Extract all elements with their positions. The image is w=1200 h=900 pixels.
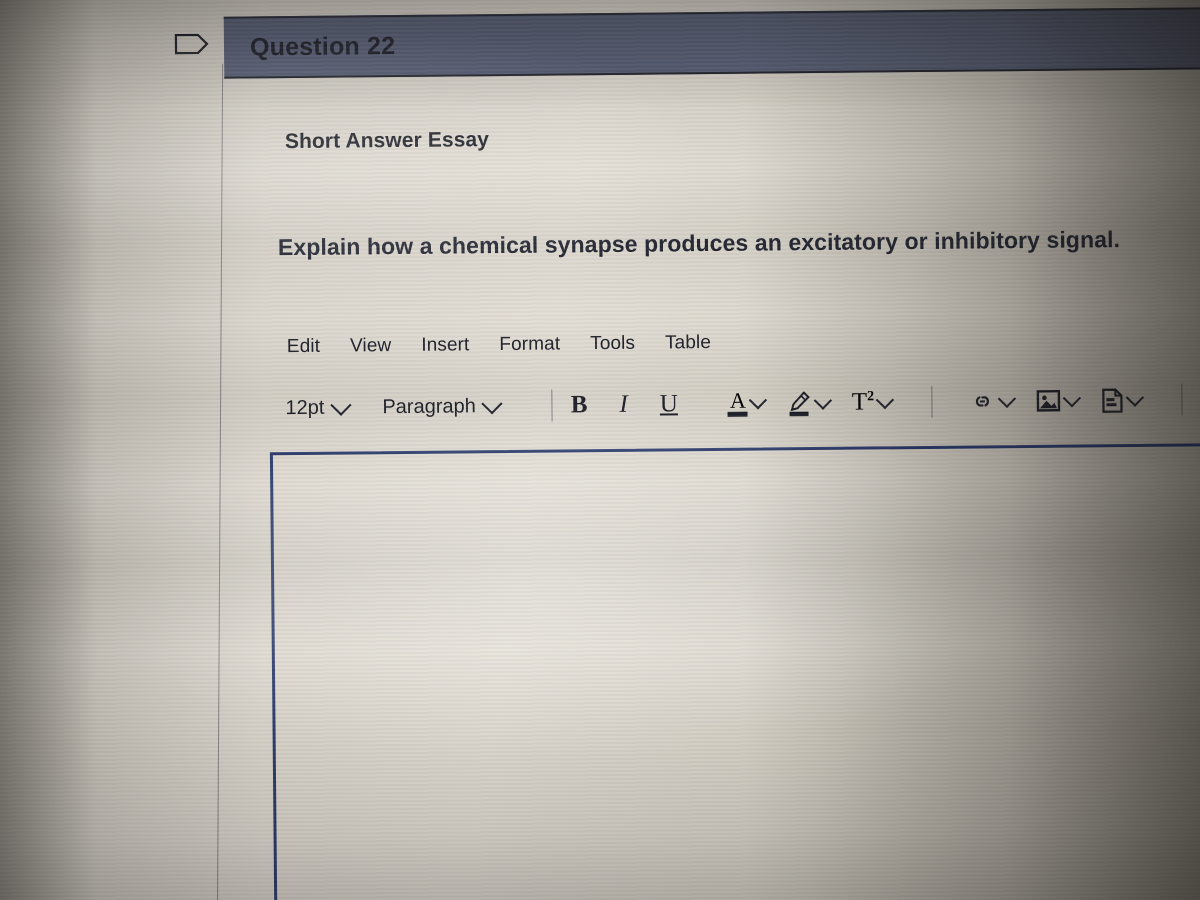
- block-format-value: Paragraph: [382, 394, 476, 418]
- flag-tag-icon[interactable]: [174, 29, 210, 59]
- question-prompt-text: Explain how a chemical synapse produces …: [277, 226, 1121, 261]
- toolbar-separator: [1180, 383, 1183, 416]
- image-icon: [1035, 388, 1061, 414]
- insert-link-button[interactable]: [968, 389, 1016, 412]
- toolbar-separator: [551, 389, 553, 422]
- page-content: Question 22 Short Answer Essay Explain h…: [106, 0, 1200, 900]
- chevron-down-icon: [814, 390, 833, 410]
- chevron-down-icon: [1125, 387, 1144, 407]
- chevron-down-icon: [875, 390, 894, 409]
- menu-format[interactable]: Format: [499, 333, 560, 356]
- text-color-button[interactable]: A: [727, 387, 768, 418]
- block-format-select[interactable]: Paragraph: [382, 392, 503, 419]
- link-icon: [968, 390, 996, 412]
- bold-button[interactable]: B: [571, 391, 588, 419]
- italic-button[interactable]: I: [619, 391, 628, 419]
- question-header-bar: Question 22: [223, 5, 1200, 79]
- document-media-icon: [1100, 387, 1124, 414]
- text-color-icon: A: [727, 387, 748, 418]
- toolbar-separator: [930, 385, 933, 418]
- menu-insert[interactable]: Insert: [421, 334, 469, 356]
- menu-edit[interactable]: Edit: [287, 336, 320, 358]
- superscript-icon: T2: [851, 388, 875, 416]
- menu-table[interactable]: Table: [665, 332, 711, 354]
- insert-document-button[interactable]: [1100, 386, 1144, 414]
- editor-menubar: Edit View Insert Format Tools Table: [287, 332, 711, 358]
- color-swatch-bar: [727, 412, 748, 418]
- font-size-value: 12pt: [285, 396, 325, 419]
- chevron-down-icon: [330, 394, 352, 416]
- answer-editor-textarea[interactable]: [269, 440, 1200, 900]
- highlight-color-button[interactable]: [787, 389, 833, 417]
- photo-of-screen: Question 22 Short Answer Essay Explain h…: [0, 0, 1200, 900]
- menu-view[interactable]: View: [350, 335, 391, 357]
- chevron-down-icon: [997, 389, 1016, 408]
- menu-tools[interactable]: Tools: [590, 333, 635, 355]
- editor-toolbar: 12pt Paragraph B I U A T2: [285, 376, 1200, 430]
- chevron-down-icon: [481, 392, 503, 414]
- text-style-group: B I U: [571, 390, 706, 419]
- insert-image-button[interactable]: [1035, 388, 1081, 414]
- screen-surface: Question 22 Short Answer Essay Explain h…: [0, 0, 1200, 900]
- font-size-select[interactable]: 12pt: [285, 394, 352, 420]
- chevron-down-icon: [749, 391, 768, 410]
- highlighter-pen-icon: [787, 389, 813, 417]
- question-type-label: Short Answer Essay: [284, 128, 490, 154]
- content-column-rule: [216, 63, 224, 900]
- question-title: Question 22: [249, 31, 396, 61]
- superscript-button[interactable]: T2: [851, 388, 894, 416]
- chevron-down-icon: [1062, 388, 1081, 407]
- underline-button[interactable]: U: [660, 390, 678, 418]
